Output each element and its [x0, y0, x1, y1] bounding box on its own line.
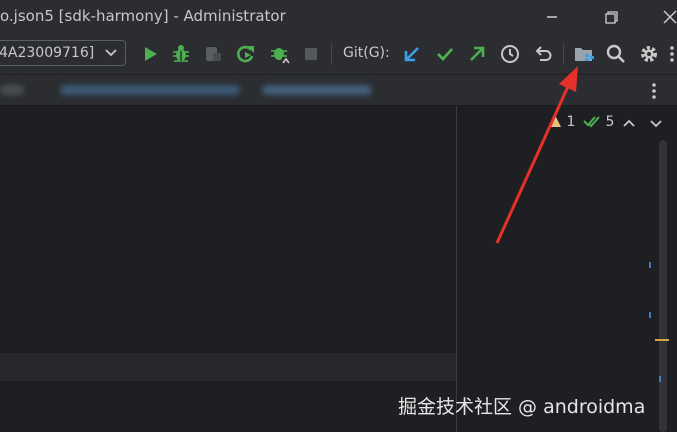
- scroll-marker: [659, 376, 661, 382]
- debug-button[interactable]: [169, 42, 193, 66]
- scroll-marker: [649, 312, 651, 318]
- caret-row-marker: [655, 339, 669, 341]
- attach-debugger-icon: [206, 47, 221, 61]
- more-icon: [652, 83, 656, 99]
- stop-icon: [305, 48, 317, 60]
- tabs-more-button[interactable]: [642, 79, 666, 103]
- search-icon: [606, 44, 625, 63]
- restore-button[interactable]: [591, 0, 631, 34]
- run-icon: [145, 47, 157, 61]
- stop-button[interactable]: [299, 42, 323, 66]
- blurred-tab[interactable]: [60, 85, 240, 95]
- chevron-down-icon: [105, 49, 117, 57]
- rollback-icon: [535, 46, 552, 61]
- profile-icon: [271, 48, 290, 64]
- previous-highlight-button[interactable]: [620, 114, 638, 132]
- editor-area[interactable]: [0, 106, 677, 432]
- settings-icon: [641, 46, 657, 62]
- warning-count: 1: [566, 114, 576, 130]
- blurred-tab[interactable]: [262, 85, 372, 95]
- chevron-up-icon: [623, 119, 635, 127]
- chevron-down-icon: [650, 120, 662, 128]
- git-history-button[interactable]: [498, 42, 522, 66]
- double-check-icon: [583, 116, 600, 128]
- blurred-tab[interactable]: [0, 85, 24, 95]
- update-project-icon: [404, 47, 419, 62]
- git-commit-button[interactable]: [433, 42, 457, 66]
- git-push-button[interactable]: [465, 42, 489, 66]
- watermark-text: 掘金技术社区 @ androidma: [398, 396, 646, 418]
- close-button[interactable]: [650, 0, 677, 34]
- inspection-warnings[interactable]: 1: [548, 114, 575, 134]
- more-icon: [670, 46, 674, 62]
- current-line-highlight: [0, 353, 456, 381]
- minimize-icon: [547, 16, 557, 18]
- minimize-button[interactable]: [532, 0, 572, 34]
- window-title: o.json5 [sdk-harmony] - Administrator: [0, 7, 286, 25]
- next-highlight-button[interactable]: [647, 114, 665, 132]
- git-label: Git(G):: [343, 45, 390, 61]
- attach-debugger-button[interactable]: [201, 42, 225, 66]
- device-selector[interactable]: 4A23009716]: [0, 40, 126, 66]
- run-button[interactable]: [138, 42, 162, 66]
- commit-icon: [437, 48, 454, 62]
- git-rollback-button[interactable]: [531, 42, 555, 66]
- right-margin-guide: [456, 106, 457, 432]
- project-structure-icon: [575, 48, 594, 61]
- main-toolbar: 4A23009716] Git(G):: [0, 34, 677, 74]
- close-icon: [663, 10, 677, 24]
- title-bar: o.json5 [sdk-harmony] - Administrator: [0, 0, 677, 34]
- git-update-button[interactable]: [400, 42, 424, 66]
- toolbar-separator: [331, 43, 332, 65]
- profile-button[interactable]: [268, 42, 292, 66]
- debug-icon: [173, 45, 189, 62]
- restore-icon: [605, 11, 618, 24]
- device-selector-label: 4A23009716]: [0, 45, 95, 61]
- warning-icon: [549, 115, 561, 127]
- apply-changes-icon: [237, 45, 254, 63]
- inspection-weak-warnings[interactable]: 5: [583, 114, 614, 134]
- apply-changes-button[interactable]: [233, 42, 257, 66]
- scroll-marker: [649, 262, 651, 268]
- project-structure-button[interactable]: [572, 42, 596, 66]
- vertical-scrollbar[interactable]: [659, 140, 667, 432]
- history-icon: [501, 45, 519, 63]
- weak-warning-count: 5: [605, 114, 615, 130]
- push-icon: [470, 46, 485, 61]
- more-button[interactable]: [660, 42, 677, 66]
- editor-tabs-bar: [0, 74, 677, 106]
- toolbar-separator: [563, 43, 564, 65]
- settings-button[interactable]: [637, 42, 661, 66]
- search-button[interactable]: [604, 42, 628, 66]
